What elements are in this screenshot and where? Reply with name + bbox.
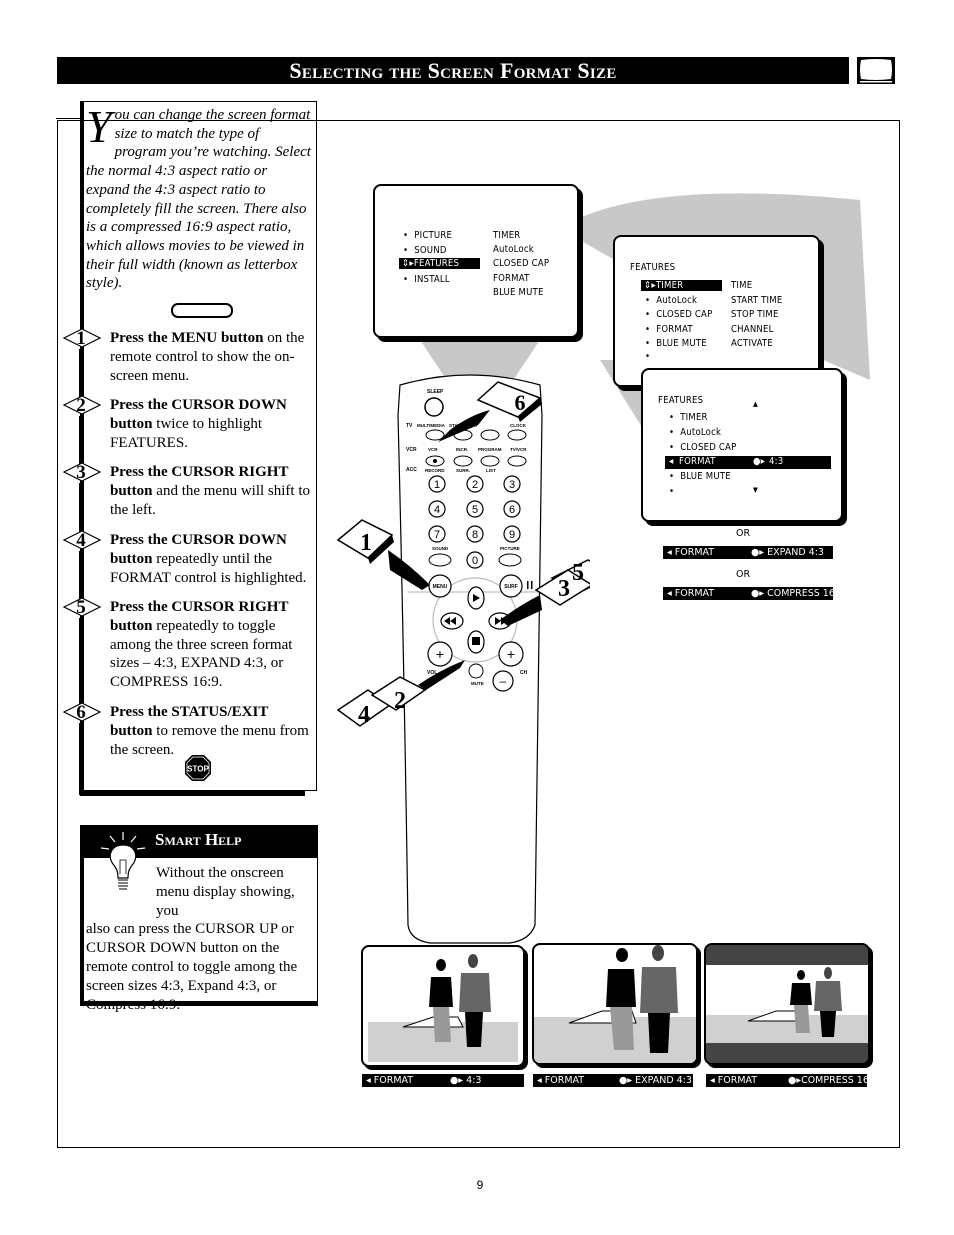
picture-format-expand (532, 943, 698, 1065)
submenu-item: CLOSED CAP (493, 258, 550, 269)
panel-shadow (80, 1002, 318, 1006)
or-label: OR (736, 569, 751, 580)
intro-paragraph: You can change the screen format size to… (86, 101, 314, 293)
page-title-bar: Selecting the Screen Format Size (57, 57, 849, 84)
menu-item: FORMAT (645, 324, 693, 335)
menu-item-highlighted: ⇕▸TIMER (641, 280, 722, 291)
panel-shadow (80, 791, 305, 796)
callout-6: 6 (438, 381, 542, 442)
callout-2-4: 4 2 (336, 660, 465, 728)
submenu-item: FORMAT (493, 273, 530, 284)
callout-1: 1 (336, 519, 430, 590)
format-caption-bar: ◂ FORMAT ●▸COMPRESS 16:9 (706, 1074, 878, 1087)
step-number: 1 (76, 328, 86, 349)
step-number-badge: 1 (62, 328, 102, 349)
svg-text:5: 5 (572, 560, 584, 586)
scroll-up-icon: ▲ (753, 400, 759, 408)
step-2: 2 Press the CURSOR DOWN button twice to … (62, 395, 312, 474)
divider (56, 118, 80, 119)
submenu-item: BLUE MUTE (493, 287, 544, 298)
step-number: 3 (76, 462, 86, 483)
submenu-item: START TIME (731, 295, 783, 306)
page-number: 9 (476, 1178, 484, 1192)
couple-with-jet-image (368, 954, 518, 1062)
step-6: 6 Press the STATUS/EXIT button to remove… (62, 702, 312, 795)
format-option-bar: ◂ FORMAT ●▸ EXPAND 4:3 (663, 546, 833, 559)
menu-heading: FEATURES (630, 262, 676, 273)
submenu-item: ACTIVATE (731, 338, 773, 349)
menu-item (669, 486, 680, 497)
svg-text:4: 4 (358, 702, 370, 728)
step-bold: Press the MENU button (110, 330, 264, 346)
submenu-item: AutoLock (493, 244, 534, 255)
format-option-bar: ◂ FORMAT ●▸ COMPRESS 16:9 (663, 587, 844, 600)
menu-item: TIMER (669, 412, 708, 423)
step-number: 4 (76, 530, 86, 551)
smart-help-title: Smart Help (155, 830, 242, 849)
step-number-badge: 3 (62, 462, 102, 483)
step-5: 5 Press the CURSOR RIGHT button repeated… (62, 597, 312, 714)
format-caption-bar: ◂ FORMAT ●▸ 4:3 (362, 1074, 524, 1087)
step-bar (79, 618, 84, 714)
cursor-left-icon: ◂ (669, 456, 674, 467)
tv-screen-icon (857, 57, 895, 84)
format-value: 4:3 (769, 456, 784, 467)
cursor-right-icon: ●▸ (753, 456, 766, 467)
menu-item: BLUE MUTE (645, 338, 707, 349)
couple-with-jet-image (706, 945, 868, 1063)
step-4: 4 Press the CURSOR DOWN button repeatedl… (62, 530, 312, 611)
couple-with-jet-image (534, 945, 696, 1063)
picture-format-compress (704, 943, 870, 1065)
menu-heading: FEATURES (658, 395, 704, 406)
step-number-badge: 4 (62, 530, 102, 551)
menu-item: PICTURE (403, 230, 452, 241)
remote-button-icon (171, 303, 233, 318)
scroll-down-icon: ▼ (753, 486, 759, 494)
menu-item: AutoLock (669, 427, 721, 438)
smart-help-text: Without the onscreen menu display showin… (86, 865, 298, 1013)
step-number-badge: 5 (62, 597, 102, 618)
step-number-badge: 2 (62, 395, 102, 416)
page-title: Selecting the Screen Format Size (289, 58, 617, 83)
menu-item: SOUND (403, 245, 447, 256)
step-3: 3 Press the CURSOR RIGHT button and the … (62, 462, 312, 543)
svg-text:STOP: STOP (187, 765, 209, 774)
svg-text:3: 3 (558, 576, 570, 602)
picture-format-4-3 (361, 945, 525, 1067)
svg-text:1: 1 (360, 530, 372, 556)
menu-item: AutoLock (645, 295, 697, 306)
step-bar (79, 723, 84, 795)
intro-text: ou can change the screen format size to … (86, 107, 311, 292)
menu-item-highlighted: ◂ FORMAT ●▸ 4:3 (665, 456, 831, 469)
step-callouts: 6 1 5 3 4 2 (336, 381, 590, 728)
cursor-updown-icon: ⇕▸ (644, 280, 656, 291)
menu-item-highlighted: ⇕▸FEATURES (399, 258, 480, 269)
or-label: OR (736, 528, 751, 539)
submenu-item: STOP TIME (731, 309, 779, 320)
menu-item: INSTALL (403, 274, 450, 285)
step-number: 5 (76, 597, 86, 618)
step-number: 2 (76, 395, 86, 416)
svg-text:2: 2 (394, 688, 406, 714)
format-caption-bar: ◂ FORMAT ●▸ EXPAND 4:3 (533, 1074, 693, 1087)
menu-item: CLOSED CAP (669, 442, 736, 453)
submenu-item: TIME (731, 280, 753, 291)
drop-cap: Y (86, 101, 112, 152)
osd-format-menu: FEATURES ▲ TIMER AutoLock CLOSED CAP ◂ F… (641, 368, 843, 522)
osd-features-menu: FEATURES ⇕▸TIMER AutoLock CLOSED CAP FOR… (613, 235, 820, 387)
svg-text:6: 6 (515, 390, 526, 415)
menu-item: BLUE MUTE (669, 471, 731, 482)
callout-3-5: 5 3 (500, 559, 590, 626)
menu-item: CLOSED CAP (645, 309, 712, 320)
submenu-item: CHANNEL (731, 324, 774, 335)
step-number: 6 (76, 702, 86, 723)
cursor-updown-icon: ⇕▸ (402, 258, 414, 269)
stop-sign-icon: STOP (185, 755, 211, 781)
step-1: 1 Press the MENU button on the remote co… (62, 328, 312, 407)
submenu-item: TIMER (493, 230, 521, 241)
menu-item (645, 351, 656, 362)
osd-main-menu: PICTURE SOUND ⇕▸FEATURES INSTALL TIMER A… (373, 184, 579, 338)
step-number-badge: 6 (62, 702, 102, 723)
